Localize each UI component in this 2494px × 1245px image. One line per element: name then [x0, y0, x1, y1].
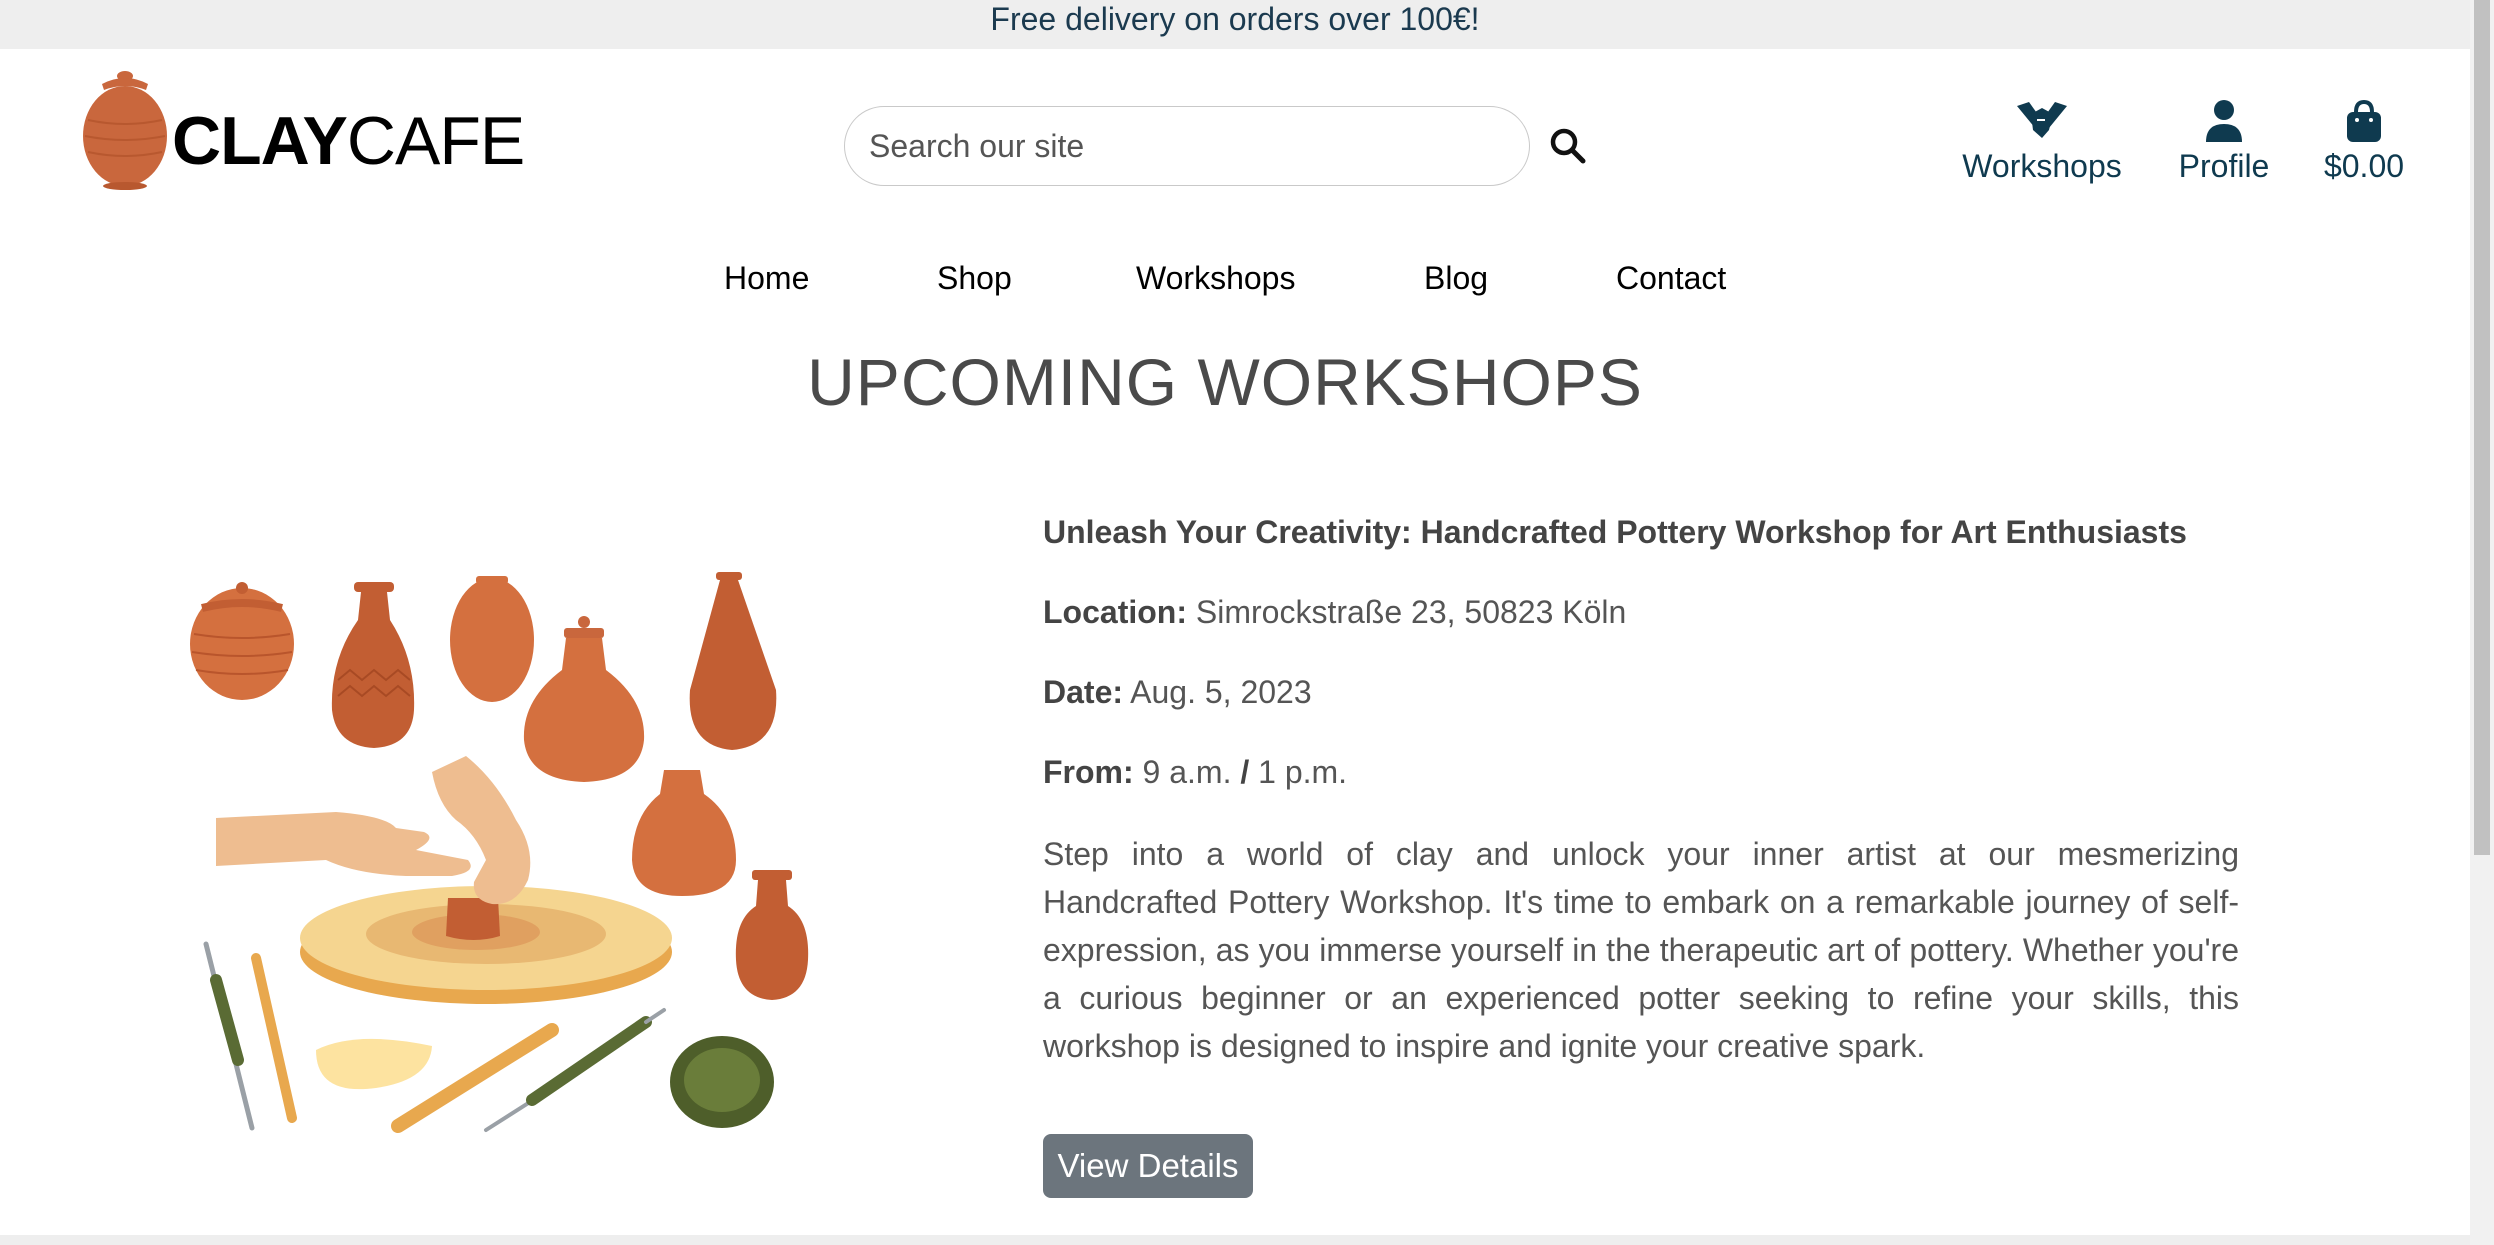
- workshop-time: From: 9 a.m. / 1 p.m.: [1043, 754, 2239, 791]
- workshop-title: Unleash Your Creativity: Handcrafted Pot…: [1043, 514, 2187, 550]
- vertical-scrollbar[interactable]: [2470, 0, 2494, 1245]
- page-title: UPCOMING WORKSHOPS: [807, 345, 1643, 419]
- brand-wordmark: CLAYCAFE: [172, 103, 525, 179]
- promo-banner: Free delivery on orders over 100€!: [0, 0, 2470, 49]
- from-start: 9 a.m.: [1142, 754, 1232, 790]
- user-icon: [2206, 100, 2242, 142]
- search-input[interactable]: [844, 106, 1530, 186]
- scrollbar-thumb[interactable]: [2474, 0, 2490, 855]
- workshop-date: Date: Aug. 5, 2023: [1043, 674, 2239, 711]
- nav-workshops[interactable]: Workshops: [1136, 260, 1295, 297]
- location-value: Simrockstraße 23, 50823 Köln: [1195, 594, 1627, 630]
- date-label: Date:: [1043, 674, 1124, 710]
- shopping-bag-icon: [2347, 99, 2381, 142]
- nav-contact[interactable]: Contact: [1616, 260, 1726, 297]
- header-workshops-label: Workshops: [1962, 148, 2122, 184]
- view-details-button[interactable]: View Details: [1043, 1134, 1253, 1198]
- nav-shop[interactable]: Shop: [937, 260, 1012, 297]
- date-value: Aug. 5, 2023: [1130, 674, 1312, 710]
- from-end: 1 p.m.: [1258, 754, 1348, 790]
- header-profile-link[interactable]: Profile: [2172, 98, 2276, 185]
- main-nav: Home Shop Workshops Blog Contact: [0, 254, 2470, 304]
- header-workshops-link[interactable]: Workshops: [1960, 98, 2124, 185]
- vase-logo-icon: [83, 71, 167, 190]
- nav-blog[interactable]: Blog: [1424, 260, 1488, 297]
- search-icon: [1550, 128, 1586, 164]
- workshop-location: Location: Simrockstraße 23, 50823 Köln: [1043, 594, 2239, 631]
- brand-logo[interactable]: CLAYCAFE: [80, 68, 525, 192]
- header-cart-total: $0.00: [2323, 148, 2405, 184]
- workshop-description: Step into a world of clay and unlock you…: [1043, 836, 2239, 1064]
- search-box: [844, 106, 1530, 186]
- from-label: From:: [1043, 754, 1134, 790]
- promo-banner-text: Free delivery on orders over 100€!: [990, 1, 1480, 37]
- nav-home[interactable]: Home: [724, 260, 809, 297]
- handshake-icon: [2017, 102, 2067, 138]
- header-profile-label: Profile: [2178, 148, 2270, 184]
- pottery-illustration: [176, 560, 836, 1140]
- location-label: Location:: [1043, 594, 1187, 630]
- from-separator: /: [1240, 754, 1250, 790]
- header-cart-link[interactable]: $0.00: [2318, 98, 2410, 185]
- pottery-workshop-image: [190, 572, 809, 1133]
- search-button[interactable]: [1548, 126, 1588, 166]
- page-bottom-edge: [0, 1235, 2470, 1245]
